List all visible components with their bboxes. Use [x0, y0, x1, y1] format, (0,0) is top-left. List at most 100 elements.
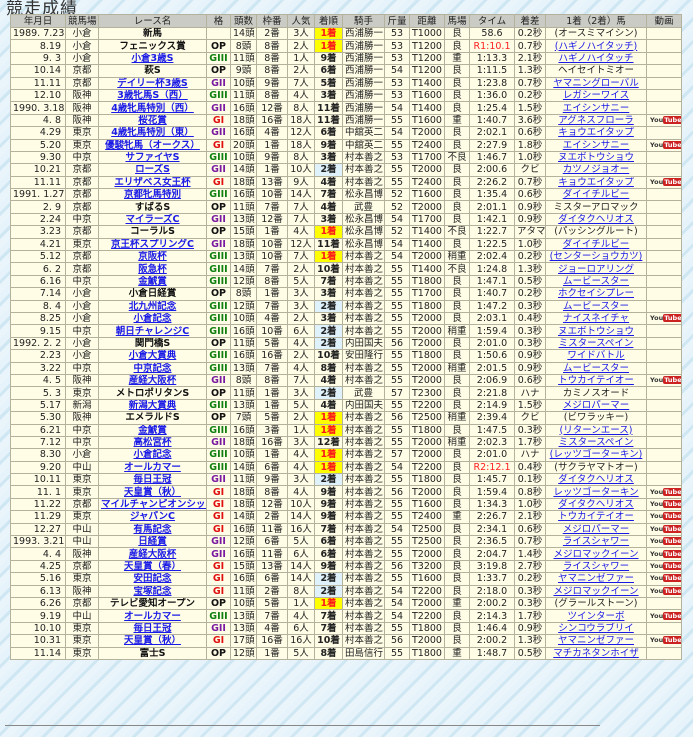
video-cell[interactable]: YouTube	[646, 559, 682, 574]
race-link[interactable]: 天皇賞（秋）	[124, 487, 181, 497]
youtube-icon[interactable]: YouTube	[650, 561, 681, 571]
race-link[interactable]: 北九州記念	[129, 301, 177, 311]
race-link[interactable]: ジャパンC	[130, 512, 175, 522]
winner-link[interactable]: ナイスネイチャ	[563, 314, 629, 324]
youtube-icon[interactable]: YouTube	[650, 177, 681, 187]
winner-link[interactable]: アグネスフローラ	[558, 115, 634, 125]
winner-link[interactable]: ライスシャワー	[563, 537, 629, 547]
winner-link[interactable]: キョウエイタップ	[558, 177, 634, 187]
winner-link[interactable]: ハギノハイタッチ	[558, 53, 633, 63]
winner-link[interactable]: ヌエボトウショウ	[558, 326, 634, 336]
winner-link[interactable]: (レッツゴーターキン)	[550, 450, 643, 460]
winner-link[interactable]: エイシンサニー	[563, 140, 630, 150]
winner-link[interactable]: メジロマックイーン	[553, 586, 638, 596]
video-cell[interactable]: YouTube	[646, 572, 682, 586]
winner-link[interactable]: メジロパーマー	[563, 400, 630, 410]
winner-link[interactable]: ヤマニンゼファー	[558, 636, 634, 646]
video-cell[interactable]: YouTube	[646, 113, 682, 128]
winner-link[interactable]: ムービースター	[563, 363, 629, 373]
race-link[interactable]: 小倉記念	[133, 450, 171, 460]
race-link[interactable]: 4歳牝馬特別（西）	[111, 103, 194, 113]
race-link[interactable]: 毎日王冠	[133, 475, 171, 485]
winner-link[interactable]: (センターショウカツ)	[550, 252, 643, 262]
race-link[interactable]: 金鯱賞	[138, 276, 167, 286]
youtube-icon[interactable]: YouTube	[650, 586, 681, 596]
winner-link[interactable]: ムービースター	[563, 276, 629, 286]
race-link[interactable]: デイリー杯3歳S	[117, 78, 187, 88]
winner-link[interactable]: ヌエボトウショウ	[558, 152, 634, 162]
winner-link[interactable]: ヤマニンゼファー	[558, 574, 634, 584]
youtube-icon[interactable]: YouTube	[650, 611, 681, 621]
winner-link[interactable]: (ハギノハイタッチ)	[555, 41, 637, 51]
video-cell[interactable]: YouTube	[646, 373, 682, 388]
youtube-icon[interactable]: YouTube	[650, 574, 681, 583]
race-link[interactable]: 新潟大賞典	[129, 400, 177, 410]
race-link[interactable]: 朝日チャレンジC	[116, 326, 189, 336]
race-link[interactable]: 産経大阪杯	[129, 375, 177, 385]
race-link[interactable]: 小倉記念	[133, 314, 171, 324]
race-link[interactable]: エリザベス女王杯	[114, 177, 190, 187]
youtube-icon[interactable]: YouTube	[650, 512, 681, 521]
winner-link[interactable]: ダイイチルビー	[563, 190, 630, 200]
winner-link[interactable]: レッツゴーターキン	[553, 487, 638, 497]
race-link[interactable]: サファイヤS	[125, 152, 179, 162]
youtube-icon[interactable]: YouTube	[650, 314, 681, 323]
race-link[interactable]: 毎日王冠	[133, 623, 171, 633]
race-link[interactable]: 産経大阪杯	[129, 549, 177, 559]
race-link[interactable]: オールカマー	[124, 462, 181, 472]
race-link[interactable]: 金鯱賞	[138, 425, 167, 435]
youtube-icon[interactable]: YouTube	[650, 487, 681, 497]
video-cell[interactable]: YouTube	[646, 510, 682, 524]
winner-link[interactable]: ワイドバトル	[567, 351, 624, 361]
winner-link[interactable]: トウカイテイオー	[558, 512, 634, 522]
winner-link[interactable]: ジョーロアリング	[558, 264, 634, 274]
youtube-icon[interactable]: YouTube	[650, 140, 681, 150]
race-link[interactable]: 3歳牝馬S（西）	[117, 90, 187, 100]
race-link[interactable]: 宝塚記念	[133, 586, 171, 596]
youtube-icon[interactable]: YouTube	[650, 376, 681, 385]
race-link[interactable]: 天皇賞（秋）	[124, 636, 181, 646]
race-link[interactable]: 有馬記念	[133, 524, 171, 534]
winner-link[interactable]: ダイイチルビー	[563, 239, 630, 249]
winner-link[interactable]: ホクセイシプレー	[558, 289, 634, 299]
winner-link[interactable]: トウカイテイオー	[558, 375, 634, 385]
winner-link[interactable]: メジロパーマー	[563, 524, 630, 534]
race-link[interactable]: マイルチャンピオンシップ	[101, 499, 206, 509]
race-link[interactable]: 高松宮杯	[133, 437, 171, 447]
video-cell[interactable]: YouTube	[646, 534, 682, 549]
race-link[interactable]: ローズS	[135, 165, 170, 175]
winner-link[interactable]: カツノジョオー	[563, 165, 630, 175]
winner-link[interactable]: ヤマニングローバル	[553, 78, 638, 88]
youtube-icon[interactable]: YouTube	[650, 524, 681, 534]
race-link[interactable]: 小倉大賞典	[129, 351, 177, 361]
winner-link[interactable]: ダイタクヘリオス	[558, 214, 634, 224]
race-link[interactable]: 安田記念	[133, 574, 171, 584]
race-link[interactable]: オールカマー	[124, 611, 181, 621]
video-cell[interactable]: YouTube	[646, 609, 682, 623]
race-link[interactable]: 桜花賞	[138, 115, 167, 125]
video-cell[interactable]: YouTube	[646, 634, 682, 648]
winner-link[interactable]: ツインターボ	[567, 611, 624, 621]
youtube-icon[interactable]: YouTube	[650, 500, 681, 509]
race-link[interactable]: 4歳牝馬特別（東）	[111, 128, 194, 138]
youtube-icon[interactable]: YouTube	[650, 115, 681, 125]
video-cell[interactable]: YouTube	[646, 584, 682, 598]
youtube-icon[interactable]: YouTube	[650, 537, 681, 546]
winner-link[interactable]: ミスタースペイン	[559, 437, 634, 447]
winner-link[interactable]: ミスタースペイン	[559, 338, 634, 348]
winner-link[interactable]: エイシンサニー	[563, 103, 630, 113]
winner-link[interactable]: レガシーワイス	[563, 90, 629, 100]
video-cell[interactable]: YouTube	[646, 547, 682, 561]
winner-link[interactable]: (リターンエース)	[560, 425, 633, 435]
race-link[interactable]: 日経賞	[138, 537, 167, 547]
winner-link[interactable]: ムービースター	[563, 301, 629, 311]
winner-link[interactable]: キョウエイタップ	[558, 128, 634, 138]
winner-link[interactable]: シンコウラブリイ	[558, 623, 634, 633]
video-cell[interactable]: YouTube	[646, 138, 682, 152]
youtube-icon[interactable]: YouTube	[650, 636, 681, 645]
race-link[interactable]: 優駿牝馬（オークス）	[105, 140, 200, 150]
race-link[interactable]: 京王杯スプリングC	[111, 239, 194, 249]
race-link[interactable]: 京都牝馬特別	[124, 190, 181, 200]
video-cell[interactable]: YouTube	[646, 485, 682, 499]
race-link[interactable]: 京阪杯	[138, 252, 167, 262]
